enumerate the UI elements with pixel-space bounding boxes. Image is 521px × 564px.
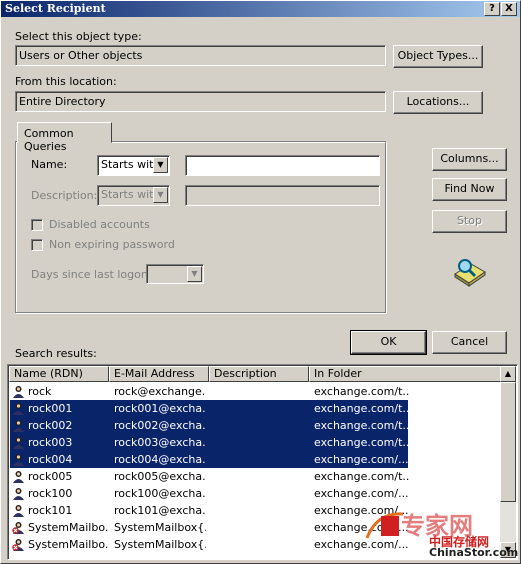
help-button[interactable]: ?: [484, 2, 500, 16]
days-since-logon-select[interactable]: ▼: [146, 264, 204, 284]
user-icon: [13, 386, 24, 398]
cell-folder: exchange.com/t...: [314, 419, 410, 432]
cell-name: rock004: [28, 453, 73, 466]
watermark-logo-icon: [365, 512, 404, 539]
column-header-name[interactable]: Name (RDN): [9, 366, 109, 382]
user-icon: [13, 488, 24, 500]
locations-button[interactable]: Locations...: [393, 91, 483, 114]
non-expiring-password-checkbox[interactable]: [31, 239, 43, 251]
cell-email: SystemMailbox{...: [114, 521, 206, 534]
disabled-user-icon: [12, 522, 24, 534]
cell-name: rock001: [28, 402, 73, 415]
cell-email: SystemMailbox{...: [114, 538, 206, 551]
search-animation-icon: [454, 259, 486, 287]
disabled-accounts-label: Disabled accounts: [49, 218, 150, 231]
cell-email: rock101@excha...: [114, 504, 206, 517]
close-button[interactable]: X: [501, 2, 517, 16]
column-header-description[interactable]: Description: [209, 366, 309, 382]
cell-folder: exchange.com/t...: [314, 470, 410, 483]
chevron-down-icon[interactable]: ▼: [153, 157, 168, 173]
name-label: Name:: [31, 158, 68, 171]
user-icon: [13, 420, 24, 432]
description-match-value: Starts with: [101, 188, 161, 201]
table-row[interactable]: rock002 rock002@excha... exchange.com/t...: [10, 417, 410, 434]
description-label: Description:: [31, 189, 98, 202]
cell-name: SystemMailbo...: [28, 538, 108, 551]
cell-name: rock003: [28, 436, 73, 449]
location-field: Entire Directory: [15, 91, 386, 112]
table-row[interactable]: rock003 rock003@excha... exchange.com/t...: [10, 434, 410, 451]
tab-common-queries[interactable]: Common Queries: [17, 122, 112, 153]
cell-folder: exchange.com/t...: [314, 436, 410, 449]
location-label: From this location:: [15, 75, 117, 88]
user-icon: [13, 454, 24, 466]
cell-name: rock005: [28, 470, 73, 483]
cell-email: rock004@excha...: [114, 453, 206, 466]
cell-folder: exchange.com/t...: [314, 385, 410, 398]
cell-name: rock100: [28, 487, 73, 500]
select-recipient-dialog: Select Recipient ? X Select this object …: [0, 0, 521, 564]
table-row[interactable]: rock005 rock005@excha... exchange.com/t...: [10, 468, 500, 485]
cell-name: rock: [28, 385, 52, 398]
cell-folder: exchange.com/t...: [314, 402, 410, 415]
column-header-folder[interactable]: In Folder: [309, 366, 501, 382]
description-match-select[interactable]: Starts with ▼: [97, 185, 170, 206]
cell-email: rock005@excha...: [114, 470, 206, 483]
stop-button[interactable]: Stop: [432, 210, 507, 233]
user-icon: [13, 505, 24, 517]
user-icon: [13, 471, 24, 483]
chevron-down-icon[interactable]: ▼: [187, 266, 202, 282]
cell-folder: exchange.com/...: [314, 453, 409, 466]
table-row[interactable]: rock001 rock001@excha... exchange.com/t...: [10, 400, 410, 417]
scroll-thumb[interactable]: [500, 382, 516, 502]
columns-button[interactable]: Columns...: [432, 148, 507, 171]
ok-button[interactable]: OK: [350, 330, 427, 355]
cell-email: rock003@excha...: [114, 436, 206, 449]
table-row[interactable]: rock004 rock004@excha... exchange.com/...: [10, 451, 409, 468]
days-since-logon-label: Days since last logon:: [31, 268, 152, 281]
user-icon: [13, 437, 24, 449]
cell-email: rock002@excha...: [114, 419, 206, 432]
cancel-button[interactable]: Cancel: [432, 331, 507, 354]
cell-name: rock002: [28, 419, 73, 432]
scroll-up-button[interactable]: ▲: [500, 366, 516, 382]
column-header-email[interactable]: E-Mail Address: [109, 366, 209, 382]
disabled-accounts-checkbox[interactable]: [31, 219, 43, 231]
object-type-label: Select this object type:: [15, 30, 142, 43]
description-input[interactable]: [185, 185, 380, 206]
cell-email: rock@exchange...: [114, 385, 206, 398]
cell-name: rock101: [28, 504, 73, 517]
non-expiring-password-label: Non expiring password: [49, 238, 175, 251]
table-row[interactable]: rock rock@exchange... exchange.com/t...: [10, 383, 500, 400]
user-icon: [13, 403, 24, 415]
search-results-label: Search results:: [15, 347, 97, 360]
title-bar: Select Recipient: [1, 1, 520, 17]
watermark-site-url: ChinaStor.com: [429, 546, 519, 559]
cell-email: rock100@excha...: [114, 487, 206, 500]
name-input[interactable]: [185, 155, 380, 176]
name-match-select[interactable]: Starts with ▼: [97, 155, 170, 176]
name-match-value: Starts with: [101, 158, 161, 171]
find-now-button[interactable]: Find Now: [432, 178, 507, 201]
object-type-field: Users or Other objects: [15, 45, 386, 66]
cell-name: SystemMailbo...: [28, 521, 108, 534]
object-types-button[interactable]: Object Types...: [393, 45, 483, 68]
chevron-down-icon[interactable]: ▼: [153, 187, 168, 203]
watermark: 专家网 中国存储网 ChinaStor.com: [363, 496, 520, 562]
cell-email: rock001@excha...: [114, 402, 206, 415]
window-title: Select Recipient: [5, 2, 106, 15]
disabled-user-icon: [12, 539, 24, 551]
